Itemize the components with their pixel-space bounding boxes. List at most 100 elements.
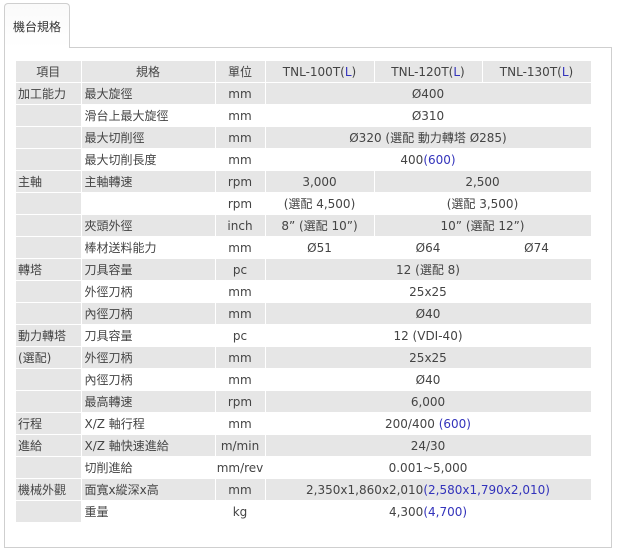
table-row: 機械外觀 面寬x縱深x高 mm 2,350x1,860x2,010(2,580x… bbox=[16, 478, 592, 501]
row-value: 24/30 bbox=[265, 434, 592, 457]
row-unit: inch bbox=[215, 214, 266, 237]
table-row: 動力轉塔 刀具容量 pc 12 (VDI-40) bbox=[16, 324, 592, 347]
row-unit: pc bbox=[215, 324, 266, 347]
row-value: Ø400 bbox=[265, 82, 592, 105]
table-row: 最大切削長度 mm 400(600) bbox=[16, 148, 592, 171]
row-category: 行程 bbox=[16, 412, 82, 435]
row-unit: mm bbox=[215, 302, 266, 325]
table-row: 內徑刀柄 mm Ø40 bbox=[16, 368, 592, 391]
header-spec: 規格 bbox=[81, 61, 216, 83]
row-spec: 外徑刀柄 bbox=[81, 346, 216, 369]
header-item: 項目 bbox=[16, 61, 82, 83]
table-row: (選配) 外徑刀柄 mm 25x25 bbox=[16, 346, 592, 369]
row-value-120-130: 10” (選配 12”) bbox=[374, 214, 592, 237]
row-category bbox=[16, 104, 82, 127]
row-value-100: Ø51 bbox=[265, 236, 375, 259]
table-row: 加工能力 最大旋徑 mm Ø400 bbox=[16, 82, 592, 105]
row-unit: kg bbox=[215, 500, 266, 523]
row-spec: 重量 bbox=[81, 500, 216, 523]
table-row: 行程 X/Z 軸行程 mm 200/400 (600) bbox=[16, 412, 592, 435]
row-unit: mm bbox=[215, 148, 266, 171]
row-unit: mm bbox=[215, 104, 266, 127]
row-spec: 外徑刀柄 bbox=[81, 280, 216, 303]
row-value: 0.001~5,000 bbox=[265, 456, 592, 479]
row-category bbox=[16, 280, 82, 303]
row-unit: mm/rev bbox=[215, 456, 266, 479]
row-spec: 刀具容量 bbox=[81, 258, 216, 281]
row-value: 25x25 bbox=[265, 280, 592, 303]
row-value: 12 (選配 8) bbox=[265, 258, 592, 281]
row-spec: 面寬x縱深x高 bbox=[81, 478, 216, 501]
table-row: 主軸 主軸轉速 rpm 3,000 2,500 bbox=[16, 170, 592, 193]
row-spec: 最高轉速 bbox=[81, 390, 216, 413]
row-spec: 滑台上最大旋徑 bbox=[81, 104, 216, 127]
row-spec: 切削進給 bbox=[81, 456, 216, 479]
row-value: Ø40 bbox=[265, 302, 592, 325]
table-row: 最高轉速 rpm 6,000 bbox=[16, 390, 592, 413]
row-value-100: (選配 4,500) bbox=[265, 192, 375, 215]
row-category bbox=[16, 236, 82, 259]
row-spec: 刀具容量 bbox=[81, 324, 216, 347]
row-category bbox=[16, 390, 82, 413]
row-unit: pc bbox=[215, 258, 266, 281]
tab-machine-spec[interactable]: 機台規格 bbox=[4, 3, 70, 48]
row-unit: mm bbox=[215, 82, 266, 105]
row-value: 400(600) bbox=[265, 148, 592, 171]
row-unit: mm bbox=[215, 412, 266, 435]
row-value-120-130: (選配 3,500) bbox=[374, 192, 592, 215]
row-category bbox=[16, 126, 82, 149]
row-unit: mm bbox=[215, 236, 266, 259]
table-row: 夾頭外徑 inch 8” (選配 10”) 10” (選配 12”) bbox=[16, 214, 592, 237]
header-unit: 單位 bbox=[215, 61, 266, 83]
row-value: 2,350x1,860x2,010(2,580x1,790x2,010) bbox=[265, 478, 592, 501]
row-value: 12 (VDI-40) bbox=[265, 324, 592, 347]
row-unit: m/min bbox=[215, 434, 266, 457]
table-row: 重量 kg 4,300(4,700) bbox=[16, 500, 592, 523]
row-unit: rpm bbox=[215, 192, 266, 215]
row-spec: 主軸轉速 bbox=[81, 170, 216, 193]
row-value: 200/400 (600) bbox=[265, 412, 592, 435]
row-spec bbox=[81, 192, 216, 215]
row-category: 進給 bbox=[16, 434, 82, 457]
row-value-100: 3,000 bbox=[265, 170, 375, 193]
row-category: 轉塔 bbox=[16, 258, 82, 281]
row-value: Ø320 (選配 動力轉塔 Ø285) bbox=[265, 126, 592, 149]
table-header-row: 項目 規格 單位 TNL-100T(L) TNL-120T(L) TNL-130… bbox=[16, 61, 592, 83]
row-spec: 內徑刀柄 bbox=[81, 368, 216, 391]
row-value: Ø40 bbox=[265, 368, 592, 391]
row-category bbox=[16, 192, 82, 215]
row-value: Ø310 bbox=[265, 104, 592, 127]
row-spec: 最大旋徑 bbox=[81, 82, 216, 105]
row-unit: mm bbox=[215, 346, 266, 369]
table-row: 棒材送料能力 mm Ø51 Ø64 Ø74 bbox=[16, 236, 592, 259]
row-category bbox=[16, 456, 82, 479]
row-category: 加工能力 bbox=[16, 82, 82, 105]
row-category: 主軸 bbox=[16, 170, 82, 193]
row-unit: rpm bbox=[215, 170, 266, 193]
row-unit: mm bbox=[215, 126, 266, 149]
header-model-100: TNL-100T(L) bbox=[265, 61, 375, 83]
row-category bbox=[16, 500, 82, 523]
row-category: (選配) bbox=[16, 346, 82, 369]
row-unit: mm bbox=[215, 280, 266, 303]
header-model-130: TNL-130T(L) bbox=[482, 61, 592, 83]
row-spec: X/Z 軸快速進給 bbox=[81, 434, 216, 457]
row-spec: 棒材送料能力 bbox=[81, 236, 216, 259]
row-spec: 最大切削長度 bbox=[81, 148, 216, 171]
row-value: 4,300(4,700) bbox=[265, 500, 592, 523]
row-spec: 最大切削徑 bbox=[81, 126, 216, 149]
row-spec: 內徑刀柄 bbox=[81, 302, 216, 325]
row-value-120: Ø64 bbox=[374, 236, 483, 259]
row-value: 25x25 bbox=[265, 346, 592, 369]
row-category: 機械外觀 bbox=[16, 478, 82, 501]
row-spec: 夾頭外徑 bbox=[81, 214, 216, 237]
tab-label: 機台規格 bbox=[12, 19, 61, 34]
table-row: 進給 X/Z 軸快速進給 m/min 24/30 bbox=[16, 434, 592, 457]
table-row: 最大切削徑 mm Ø320 (選配 動力轉塔 Ø285) bbox=[16, 126, 592, 149]
row-value-120-130: 2,500 bbox=[374, 170, 592, 193]
row-category bbox=[16, 302, 82, 325]
header-model-120: TNL-120T(L) bbox=[374, 61, 483, 83]
spec-table: 項目 規格 單位 TNL-100T(L) TNL-120T(L) TNL-130… bbox=[16, 61, 592, 523]
row-spec: X/Z 軸行程 bbox=[81, 412, 216, 435]
row-value-100: 8” (選配 10”) bbox=[265, 214, 375, 237]
